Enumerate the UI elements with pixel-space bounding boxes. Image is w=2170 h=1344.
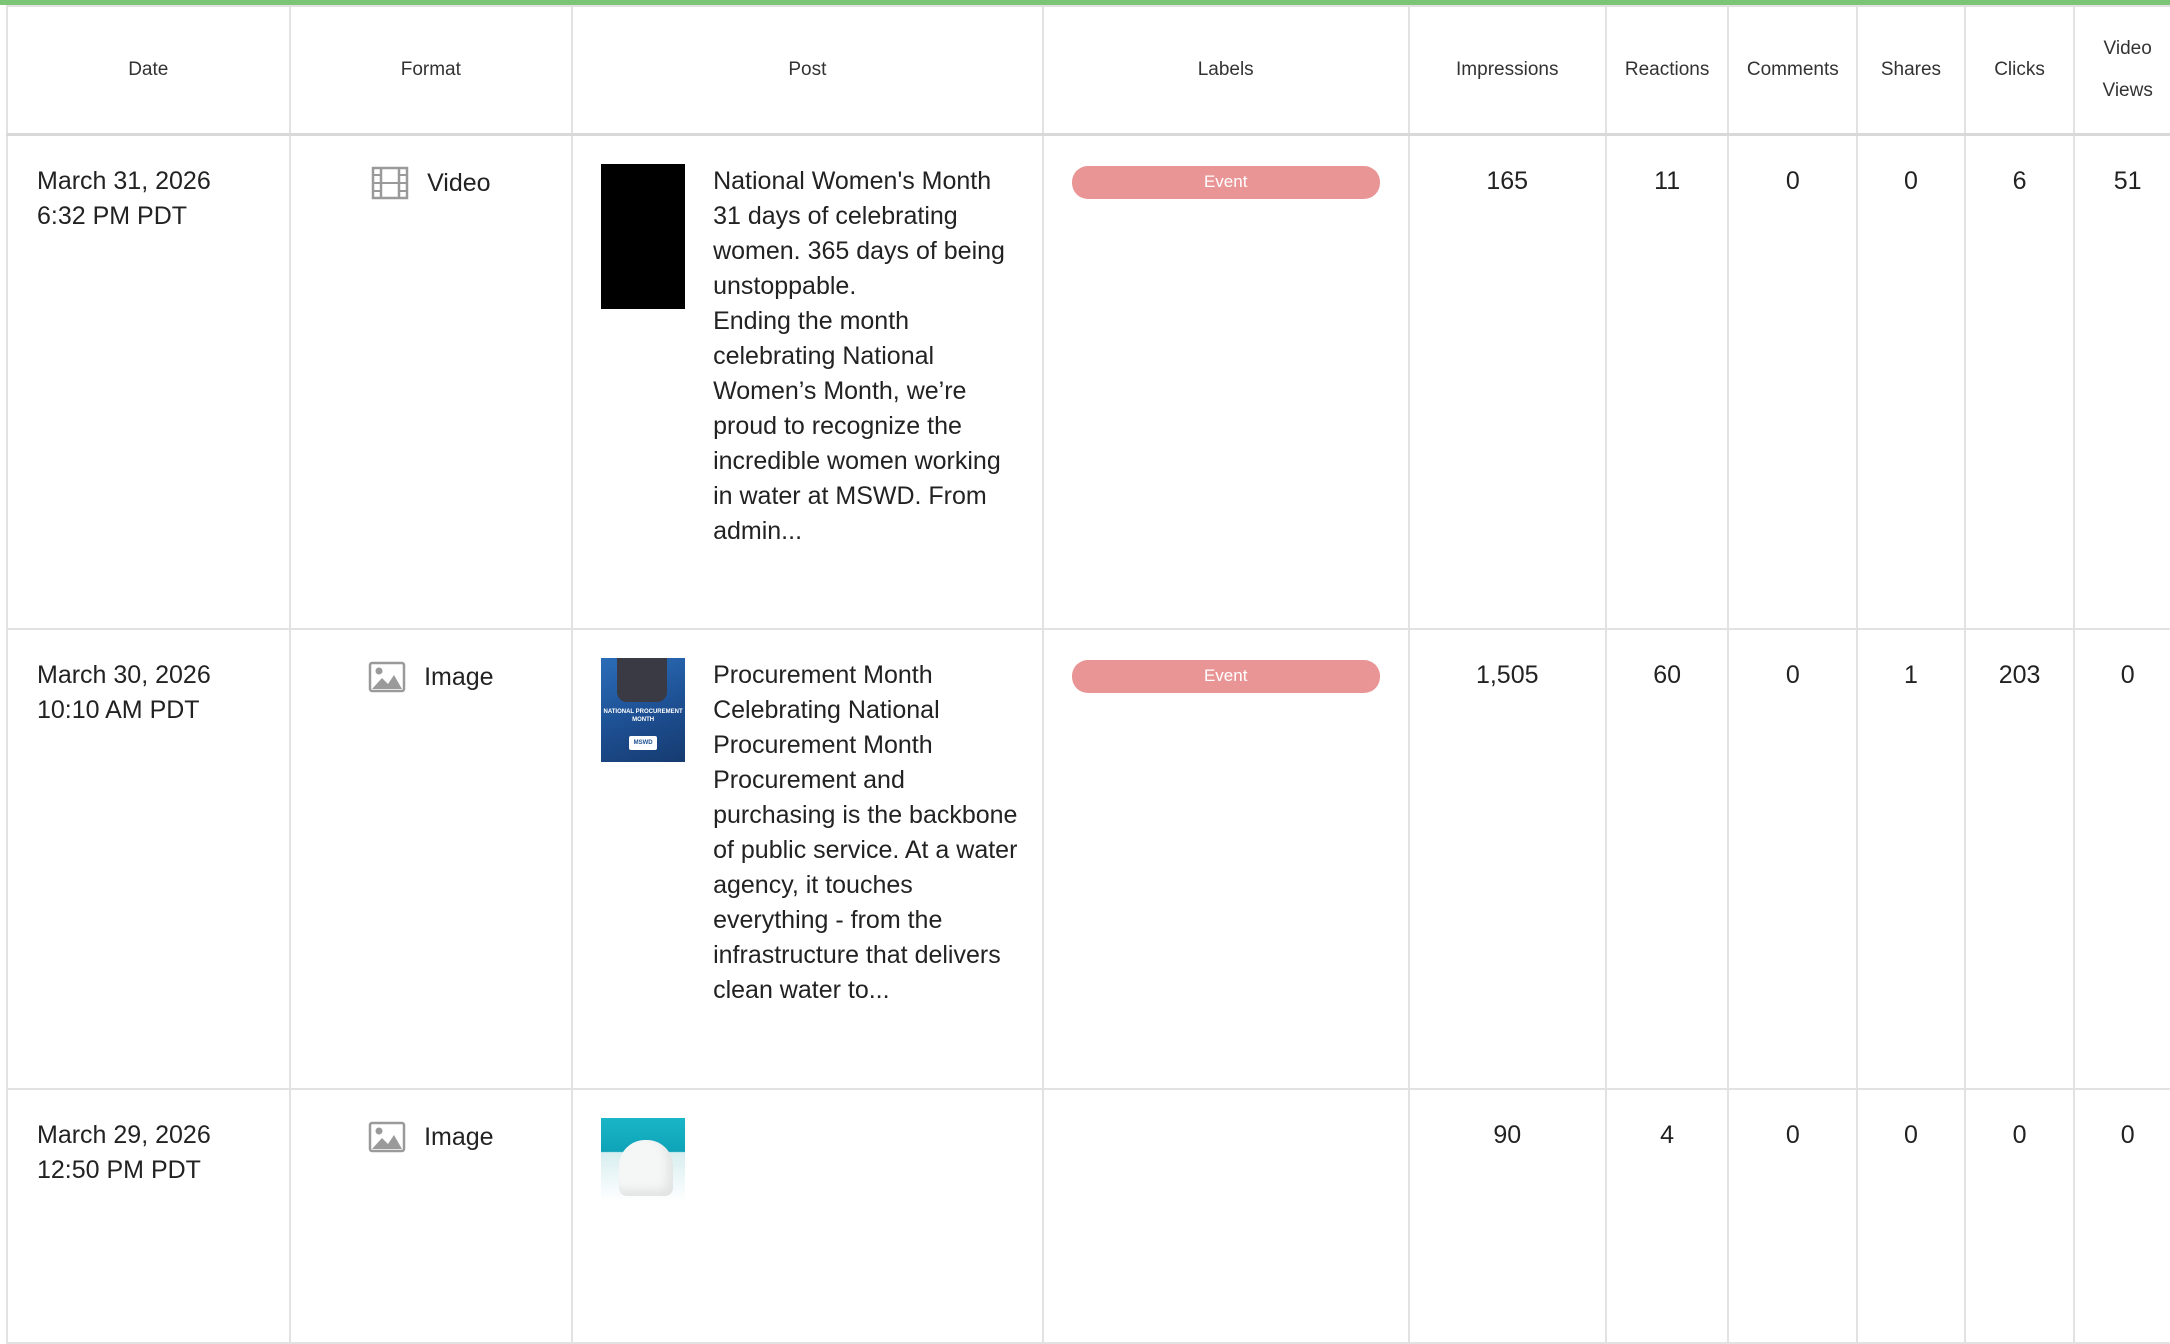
label-badge-event[interactable]: Event bbox=[1071, 166, 1380, 199]
column-header-date[interactable]: Date bbox=[6, 5, 291, 136]
shares-value: 0 bbox=[1856, 1088, 1966, 1344]
post-text-line: Ending the month celebrating National Wo… bbox=[713, 307, 1001, 545]
date-cell: March 29, 2026 12:50 PM PDT bbox=[6, 1088, 291, 1344]
comments-value: 0 bbox=[1727, 1088, 1859, 1344]
table-row[interactable]: March 30, 2026 10:10 AM PDT Image NATION… bbox=[6, 628, 2170, 1090]
video-views-value: 0 bbox=[2073, 1088, 2170, 1344]
image-icon bbox=[368, 1120, 406, 1154]
post-thumbnail[interactable] bbox=[601, 1118, 686, 1202]
format-label: Video bbox=[427, 168, 491, 197]
comments-value: 0 bbox=[1727, 133, 1859, 630]
post-time: 6:32 PM PDT bbox=[37, 202, 188, 230]
posts-table: Date Format Post Labels Impressions Reac… bbox=[6, 5, 2170, 1344]
post-text-line: National Women's Month 31 days of celebr… bbox=[713, 167, 1005, 300]
format-cell: Image bbox=[288, 628, 574, 1090]
post-date: March 31, 2026 bbox=[37, 167, 211, 195]
post-cell[interactable]: NATIONAL PROCUREMENT MONTH MSWD Procurem… bbox=[571, 628, 1044, 1090]
post-time: 12:50 PM PDT bbox=[37, 1156, 201, 1184]
date-cell: March 30, 2026 10:10 AM PDT bbox=[6, 628, 291, 1090]
post-time: 10:10 AM PDT bbox=[37, 696, 200, 724]
label-badge-event[interactable]: Event bbox=[1071, 660, 1380, 693]
impressions-value: 1,505 bbox=[1407, 628, 1607, 1090]
clicks-value: 0 bbox=[1963, 1088, 2076, 1344]
post-cell[interactable] bbox=[571, 1088, 1044, 1344]
mswd-logo: MSWD bbox=[629, 736, 658, 750]
post-text: National Women's Month 31 days of celebr… bbox=[713, 164, 1022, 549]
labels-cell: Event bbox=[1041, 133, 1410, 630]
film-icon bbox=[371, 166, 409, 200]
reactions-value: 4 bbox=[1604, 1088, 1730, 1344]
column-header-format[interactable]: Format bbox=[288, 5, 574, 136]
thumbnail-caption: NATIONAL PROCUREMENT MONTH bbox=[603, 709, 683, 723]
column-header-labels[interactable]: Labels bbox=[1041, 5, 1410, 136]
column-header-video-views[interactable]: Video Views bbox=[2073, 5, 2170, 136]
column-header-post[interactable]: Post bbox=[571, 5, 1044, 136]
labels-cell: Event bbox=[1041, 628, 1410, 1090]
column-header-reactions[interactable]: Reactions bbox=[1604, 5, 1730, 136]
column-header-clicks[interactable]: Clicks bbox=[1963, 5, 2076, 136]
format-label: Image bbox=[424, 1122, 494, 1151]
post-cell[interactable]: National Women's Month 31 days of celebr… bbox=[571, 133, 1044, 630]
table-header-row: Date Format Post Labels Impressions Reac… bbox=[6, 5, 2170, 136]
format-cell: Image bbox=[288, 1088, 574, 1344]
labels-cell bbox=[1041, 1088, 1410, 1344]
post-thumbnail[interactable]: NATIONAL PROCUREMENT MONTH MSWD bbox=[601, 658, 686, 762]
date-cell: March 31, 2026 6:32 PM PDT bbox=[6, 133, 291, 630]
clicks-value: 203 bbox=[1963, 628, 2076, 1090]
impressions-value: 165 bbox=[1407, 133, 1607, 630]
shares-value: 1 bbox=[1856, 628, 1966, 1090]
format-label: Image bbox=[424, 662, 494, 691]
post-date: March 30, 2026 bbox=[37, 661, 211, 689]
video-views-value: 51 bbox=[2073, 133, 2170, 630]
post-date: March 29, 2026 bbox=[37, 1121, 211, 1149]
video-views-value: 0 bbox=[2073, 628, 2170, 1090]
reactions-value: 60 bbox=[1604, 628, 1730, 1090]
format-cell: Video bbox=[288, 133, 574, 630]
table-row[interactable]: March 31, 2026 6:32 PM PDT Video Nationa… bbox=[6, 133, 2170, 630]
column-header-comments[interactable]: Comments bbox=[1727, 5, 1859, 136]
clicks-value: 6 bbox=[1963, 133, 2076, 630]
column-header-impressions[interactable]: Impressions bbox=[1407, 5, 1607, 136]
impressions-value: 90 bbox=[1407, 1088, 1607, 1344]
comments-value: 0 bbox=[1727, 628, 1859, 1090]
image-icon bbox=[368, 660, 406, 694]
shares-value: 0 bbox=[1856, 133, 1966, 630]
column-header-shares[interactable]: Shares bbox=[1856, 5, 1966, 136]
reactions-value: 11 bbox=[1604, 133, 1730, 630]
table-row[interactable]: March 29, 2026 12:50 PM PDT Image 90 4 0… bbox=[6, 1088, 2170, 1344]
post-text: Procurement Month Celebrating National P… bbox=[713, 661, 1018, 1004]
post-thumbnail[interactable] bbox=[601, 164, 686, 309]
